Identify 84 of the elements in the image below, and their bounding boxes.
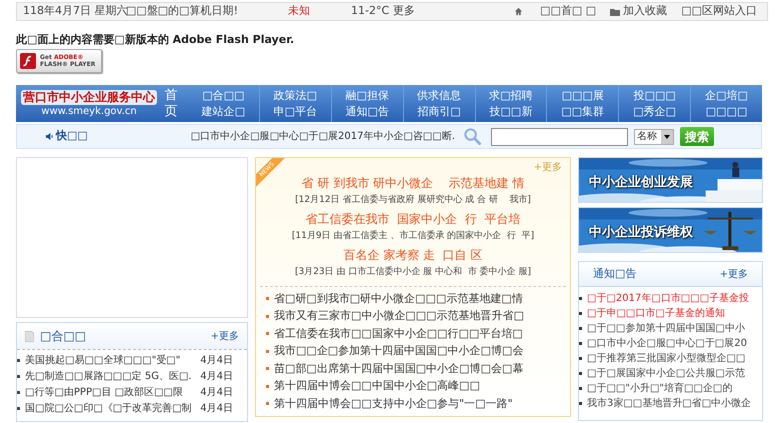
nav-menu-item[interactable]: 求□招聘 技□□新 [474, 85, 546, 122]
bullet-icon [266, 367, 269, 370]
bullet-icon [266, 350, 269, 353]
nav-menu-item[interactable]: 投□□□ □秀企□ [618, 85, 690, 122]
news-link[interactable]: 省工信委在我市□□国家中小企□□行□□平台培□ [274, 326, 523, 342]
notice-link[interactable]: □于申□□口市□子基金的通知 [587, 306, 725, 321]
bullet-icon [579, 387, 582, 390]
search-field[interactable] [491, 128, 628, 146]
news-ticker[interactable]: □口市中小企□服□中心□于□展2017年中小企□咨□□断. [190, 129, 456, 144]
date-text: 118年4月7日 星期六 [23, 3, 126, 20]
nav-menu-item[interactable]: 政策法□ 申□平台 [258, 85, 331, 122]
more-link[interactable]: +更多 [210, 328, 239, 344]
bullet-icon [579, 342, 582, 345]
story-summary: [12月12日 省工信委与省政府 展研究中心 成 合 研 我市] [295, 193, 531, 207]
bullet-icon [579, 357, 582, 360]
flash-logo-icon [20, 53, 36, 69]
story-summary: [11月9日 由省工信委主 、市工信委承 的国家中小企 行 平] [292, 229, 534, 243]
news-link[interactable]: 第十四届中博会□□支持中小企□参与"一□一路" [274, 396, 513, 412]
site-url: www.smeyk.gov.cn [41, 104, 137, 118]
news-date: 4月4日 [200, 386, 233, 400]
flash-notice: 此□面上的内容需要□新版本的 Adobe Flash Player. [16, 33, 294, 46]
panel-title: □合□□ [40, 328, 86, 345]
story-summary: [3月23日 由 口市工信委中小企 服 中心和 市 委中小企 服] [294, 265, 532, 279]
bullet-icon [579, 372, 582, 375]
notice-link[interactable]: 我市3家□□基地晋升□省□中小微企 [587, 396, 752, 411]
bullet-icon [579, 402, 582, 405]
bullet-icon [266, 402, 269, 406]
notice-link[interactable]: □口市中小企□服□中心□于□展20 [587, 336, 747, 351]
home-link[interactable]: 首页 [164, 88, 178, 120]
bullet-icon [266, 314, 269, 318]
bullet-icon [266, 332, 269, 336]
dropdown-caret-icon [661, 130, 674, 144]
notice-link[interactable]: □于□□参加第十四届中国国□中小 [587, 321, 745, 336]
nav-menu-item[interactable]: 企□培□ □□□□ [690, 85, 762, 122]
banner-caption: 中小企业投诉维权 [589, 224, 693, 242]
site-logo: 营口市中小企业服务中心 [21, 90, 157, 104]
bullet-icon [266, 384, 269, 388]
news-link[interactable]: 第十四届中博会□□中国中小企□高峰□□ [274, 378, 480, 394]
nav-menu-item[interactable]: □合□□ 建站企□ [188, 85, 259, 122]
more-link[interactable]: +更多 [720, 266, 748, 282]
system-date-message: □□盤□的□算机日期! [126, 3, 239, 20]
nav-menu-item[interactable]: □□□展 □□集群 [546, 85, 618, 122]
banner-link[interactable]: 中小企业投诉维权 [578, 207, 763, 253]
notice-link[interactable]: □于□□"小升□"培育□□企□的 [587, 381, 732, 396]
search-icon [463, 127, 482, 146]
bullet-icon [579, 297, 582, 300]
search-scope-dropdown[interactable]: 名称 [634, 128, 674, 144]
notice-link[interactable]: □于□展国家中小企□公共服□示范 [587, 366, 745, 381]
home-icon [514, 7, 524, 16]
bullet-icon [266, 297, 269, 300]
speaker-icon [45, 132, 54, 141]
bullet-icon [17, 374, 20, 378]
folder-icon [610, 8, 620, 16]
bullet-icon [579, 312, 582, 315]
banner-link[interactable]: 中小企业创业发展 [578, 157, 763, 203]
news-link[interactable]: □行等□由PPP□目 □政部区□□限 [25, 384, 200, 400]
more-link[interactable]: 更多 [393, 3, 415, 20]
nav-menu-item[interactable]: 融□担保 通知□告 [330, 85, 403, 122]
panel-title: 通知□告 [593, 266, 636, 282]
news-date: 4月4日 [200, 370, 233, 384]
top-link[interactable]: □□首□ □ [514, 3, 596, 20]
banner-caption: 中小企业创业发展 [589, 174, 693, 192]
news-date: 4月4日 [200, 402, 233, 416]
notice-link[interactable]: □于□2017年□口市□□□子基金投 [587, 291, 750, 306]
nav-menu-item[interactable]: 供求信息 招商引□ [402, 85, 474, 122]
news-link[interactable]: 苗□部□出席第十四届中国国□中小企□博□会□幕 [274, 360, 524, 377]
document-icon [25, 330, 34, 342]
top-link[interactable]: 加入收藏 [610, 3, 668, 20]
news-link[interactable]: 省□研□到我市□研中小微企□□□示范基地建□情 [274, 290, 523, 307]
bullet-icon [17, 358, 20, 362]
notice-link[interactable]: □于推荐第三批国家小型微型企□□ [587, 351, 746, 366]
news-link[interactable]: 我市又有三家市□中小微企□□□示范基地晋升省□ [274, 308, 524, 324]
bullet-icon [579, 327, 582, 330]
news-link[interactable]: 先□制造□□展路□□□定 5G、医□. [25, 368, 200, 384]
news-link[interactable]: 国□院□公□印□《□于改革完善□制 [25, 400, 200, 416]
bullet-icon [17, 390, 20, 394]
quick-link[interactable]: 快□□ [45, 128, 88, 145]
top-link[interactable]: □□区网站入口 [681, 3, 757, 20]
news-link[interactable]: 美国挑起□易□□全球□□□"受□" [25, 352, 200, 368]
temperature-text: 11-2°C [351, 3, 390, 20]
news-date: 4月4日 [200, 354, 233, 368]
bullet-icon [17, 406, 20, 410]
weather-text: 未知 [288, 3, 311, 20]
news-link[interactable]: 我市□□企□参加第十四届中国国□中小企□博□会 [274, 343, 524, 360]
